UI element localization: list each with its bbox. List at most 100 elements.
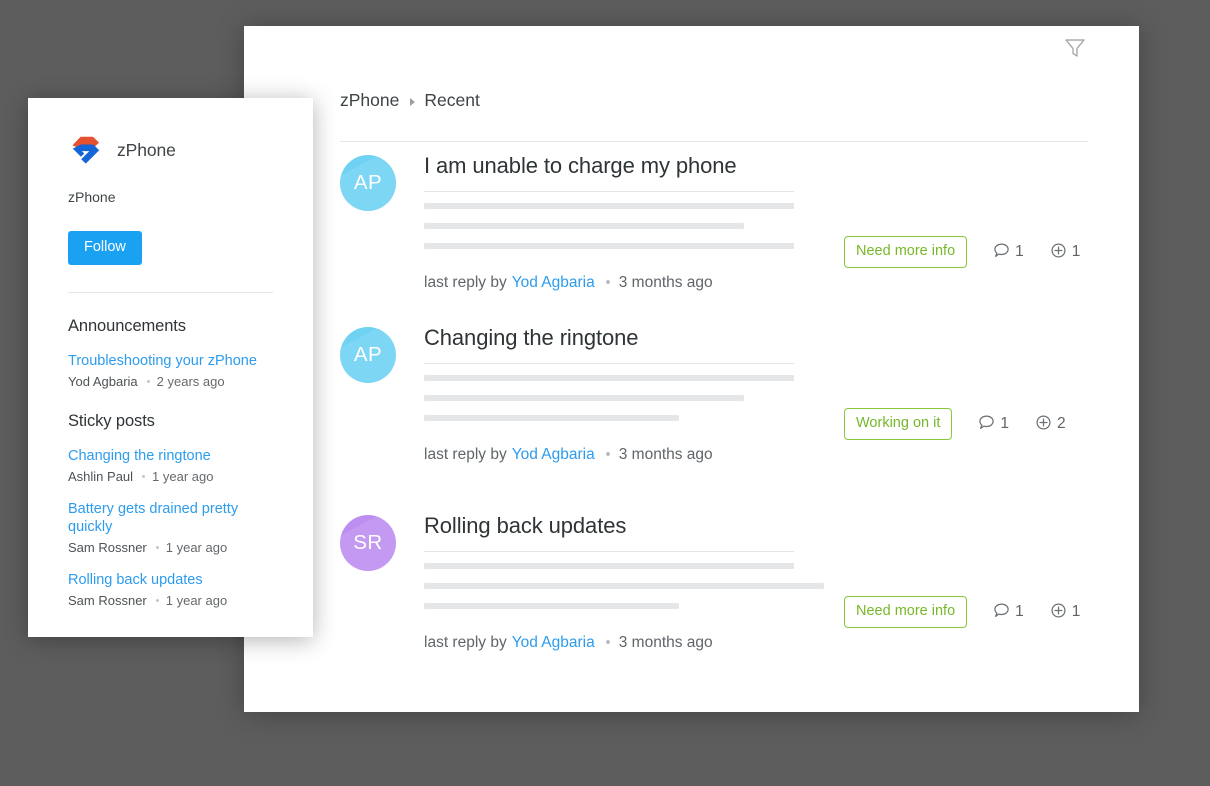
sidebar-link-title[interactable]: Battery gets drained pretty quickly (68, 500, 273, 536)
follow-button[interactable]: Follow (68, 231, 142, 265)
post-meta: last reply by Yod Agbaria 3 months ago (424, 633, 1139, 651)
sidebar-link-list: Troubleshooting your zPhone Yod Agbaria 2 … (68, 352, 273, 388)
follower-count-stat[interactable]: 1 (1049, 601, 1080, 624)
meta-separator-dot (146, 379, 150, 383)
placeholder-line (424, 602, 679, 609)
meta-separator-dot (605, 452, 610, 457)
sidebar-link-author: Sam Rossner (68, 540, 147, 555)
post-body: I am unable to charge my phone last reply… (424, 152, 1139, 290)
last-reply-label: last reply by (424, 445, 507, 463)
meta-separator-dot (155, 599, 159, 603)
post-title[interactable]: Changing the ringtone (424, 324, 639, 352)
avatar-initials: SR (353, 531, 383, 554)
last-reply-time: 3 months ago (618, 273, 713, 291)
brand-row: zPhone (68, 128, 273, 172)
breadcrumb-current[interactable]: Recent (424, 91, 479, 110)
last-reply-time: 3 months ago (618, 633, 713, 651)
avatar[interactable]: SR (340, 515, 396, 571)
post-title-rule (424, 550, 794, 552)
brand-subtitle: zPhone (68, 189, 116, 205)
last-reply-label: last reply by (424, 273, 507, 291)
placeholder-line (424, 202, 794, 209)
breadcrumb-root[interactable]: zPhone (340, 91, 399, 110)
comment-bubble-icon (992, 601, 1011, 624)
avatar[interactable]: AP (340, 155, 396, 211)
sidebar-link-author: Sam Rossner (68, 593, 147, 609)
status-badge[interactable]: Need more info (844, 596, 968, 628)
post-item: SR Rolling back updates last reply by Yod A… (340, 512, 1139, 684)
post-title[interactable]: Rolling back updates (424, 512, 626, 540)
post-actions: Need more info 1 1 (844, 236, 1080, 268)
sidebar-link-time: 2 years ago (156, 373, 225, 389)
comment-count-stat[interactable]: 1 (992, 241, 1024, 264)
placeholder-line (424, 242, 794, 249)
last-reply-time: 3 months ago (618, 445, 713, 463)
comment-bubble-icon (977, 413, 996, 436)
list-item: Battery gets drained pretty quickly Sam R… (68, 500, 273, 554)
post-title-rule (424, 362, 794, 364)
post-actions: Working on it 1 2 (844, 408, 1066, 440)
sidebar-link-author: Ashlin Paul (68, 468, 134, 484)
sidebar-link-meta: Yod Agbaria 2 years ago (68, 375, 273, 388)
sidebar-link-author: Yod Agbaria (68, 373, 138, 389)
sidebar-sections: Announcements Troubleshooting your zPhone… (68, 317, 273, 608)
follower-count: 2 (1056, 415, 1066, 432)
comment-count: 1 (1015, 243, 1024, 260)
comment-count: 1 (1015, 603, 1024, 620)
placeholder-line (424, 414, 679, 421)
main-content-panel: zPhone Recent AP I am unable to charge my… (244, 26, 1139, 712)
post-actions: Need more info 1 1 (844, 596, 1080, 628)
filter-funnel-icon[interactable] (1060, 32, 1090, 62)
meta-separator-dot (605, 280, 610, 285)
sidebar-link-list: Changing the ringtone Ashlin Paul 1 year a… (68, 447, 273, 608)
placeholder-line (424, 562, 794, 569)
status-badge[interactable]: Need more info (844, 236, 968, 268)
comment-count: 1 (1000, 415, 1009, 432)
comment-count-stat[interactable]: 1 (992, 601, 1024, 624)
sidebar-section-title: Sticky posts (68, 411, 155, 430)
sidebar-link-title[interactable]: Rolling back updates (68, 571, 203, 589)
sidebar-link-time: 1 year ago (165, 540, 228, 555)
circle-plus-icon (1034, 413, 1053, 436)
sidebar-divider (68, 291, 273, 293)
post-body: Rolling back updates last reply by Yod Agb… (424, 512, 1139, 650)
avatar-initials: AP (353, 171, 383, 194)
meta-separator-dot (155, 546, 159, 549)
post-list: AP I am unable to charge my phone last rep… (340, 152, 1139, 684)
sidebar-link-time: 1 year ago (165, 593, 228, 609)
placeholder-line (424, 222, 744, 229)
last-reply-author[interactable]: Yod Agbaria (512, 274, 595, 291)
comment-bubble-icon (992, 241, 1011, 264)
post-body: Changing the ringtone last reply by Yod Ag… (424, 324, 1139, 462)
sidebar-link-meta: Ashlin Paul 1 year ago (68, 470, 273, 483)
placeholder-line (424, 374, 794, 381)
comment-count-stat[interactable]: 1 (977, 413, 1009, 436)
community-sidebar-panel: zPhone zPhone Follow Announcements Troubl… (28, 98, 313, 637)
sidebar-link-meta: Sam Rossner 1 year ago (68, 594, 273, 607)
list-item: Changing the ringtone Ashlin Paul 1 year a… (68, 447, 273, 483)
brand-name: zPhone (117, 139, 176, 160)
sidebar-link-title[interactable]: Troubleshooting your zPhone (68, 352, 257, 370)
sidebar-link-time: 1 year ago (152, 468, 214, 484)
post-meta: last reply by Yod Agbaria 3 months ago (424, 273, 1139, 291)
follower-count: 1 (1071, 243, 1081, 260)
sidebar-link-meta: Sam Rossner 1 year ago (68, 541, 273, 554)
placeholder-line (424, 394, 744, 401)
status-badge[interactable]: Working on it (844, 408, 953, 440)
circle-plus-icon (1049, 601, 1068, 624)
last-reply-author[interactable]: Yod Agbaria (512, 446, 595, 463)
last-reply-author[interactable]: Yod Agbaria (512, 634, 595, 651)
post-meta: last reply by Yod Agbaria 3 months ago (424, 445, 1139, 463)
avatar-initials: AP (353, 343, 383, 366)
placeholder-line (424, 582, 824, 589)
follower-count-stat[interactable]: 1 (1049, 241, 1081, 264)
zphone-chevrons-logo (68, 132, 104, 168)
avatar[interactable]: AP (340, 327, 396, 383)
last-reply-label: last reply by (424, 633, 507, 651)
list-item: Rolling back updates Sam Rossner 1 year ag… (68, 571, 273, 607)
post-title[interactable]: I am unable to charge my phone (424, 152, 737, 180)
follower-count-stat[interactable]: 2 (1034, 413, 1066, 436)
sidebar-link-title[interactable]: Changing the ringtone (68, 447, 211, 465)
breadcrumb: zPhone Recent (340, 84, 1088, 110)
chevron-right-icon (410, 97, 416, 106)
